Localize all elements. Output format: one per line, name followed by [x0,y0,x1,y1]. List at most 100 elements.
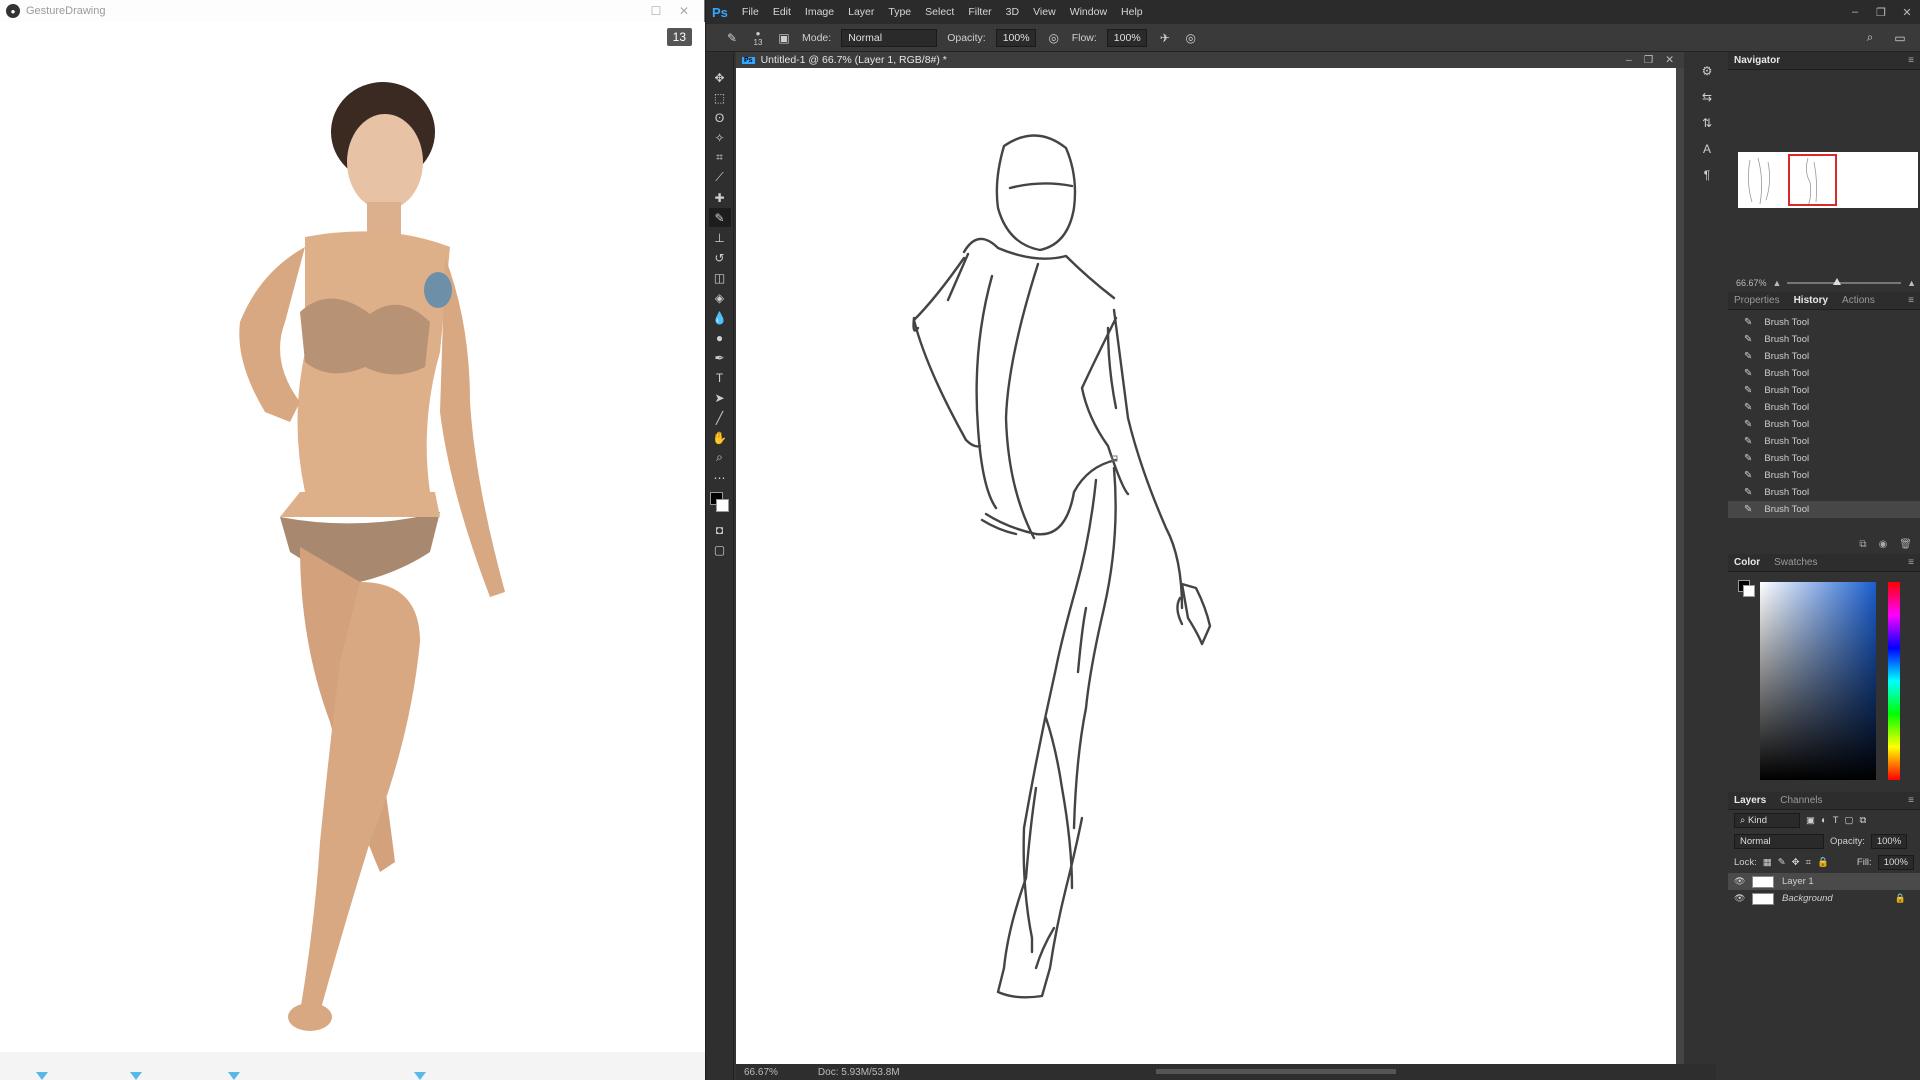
adjustments-icon[interactable]: ⇆ [1702,90,1712,104]
flow-field[interactable]: 100% [1106,28,1147,47]
marquee-tool-icon[interactable]: ⬚ [709,88,731,107]
menu-view[interactable]: View [1033,6,1056,18]
doc-minimize-icon[interactable]: – [1626,54,1632,66]
tab-navigator[interactable]: Navigator [1734,55,1780,66]
magic-wand-tool-icon[interactable]: ✧ [709,128,731,147]
tab-history[interactable]: History [1794,295,1828,306]
pressure-opacity-icon[interactable]: ◎ [1046,30,1062,46]
navigator-zoom-slider[interactable] [1787,278,1902,285]
tab-swatches[interactable]: Swatches [1774,557,1817,568]
snapshot-icon[interactable]: ◉ [1879,539,1888,550]
history-item-current[interactable]: ✎ Brush Tool [1728,501,1920,518]
layer-opacity-field[interactable]: 100% [1870,834,1908,849]
move-tool-icon[interactable]: ✥ [709,68,731,87]
color-picker-field[interactable] [1760,582,1876,780]
tab-color[interactable]: Color [1734,557,1760,568]
search-icon[interactable]: ⌕ [1862,30,1878,46]
menu-window[interactable]: Window [1070,6,1107,18]
dodge-tool-icon[interactable]: ● [709,328,731,347]
status-zoom[interactable]: 66.67% [744,1067,778,1078]
menu-3d[interactable]: 3D [1006,6,1019,18]
mode-select[interactable]: Normal [841,28,938,47]
visibility-eye-icon[interactable]: 👁 [1734,876,1745,887]
lock-position-icon[interactable]: ✥ [1792,857,1800,868]
brush-tool-icon[interactable]: ✎ [708,208,731,227]
panel-menu-icon[interactable]: ≡ [1908,295,1914,306]
history-item[interactable]: ✎ Brush Tool [1728,399,1920,416]
doc-restore-icon[interactable]: ❐ [1644,54,1653,66]
navigator-zoom-value[interactable]: 66.67% [1736,278,1767,288]
visibility-eye-icon[interactable]: 👁 [1734,893,1745,904]
tab-layers[interactable]: Layers [1734,795,1766,806]
brush-panel-toggle-icon[interactable]: ▣ [776,30,792,46]
menu-image[interactable]: Image [805,6,834,18]
brush-preset-icon[interactable]: ✎ [724,30,740,46]
panel-menu-icon[interactable]: ≡ [1908,55,1914,66]
pressure-size-icon[interactable]: ◎ [1183,30,1199,46]
hand-tool-icon[interactable]: ✋ [709,428,731,447]
close-icon[interactable]: ✕ [670,4,698,18]
clone-stamp-tool-icon[interactable]: ⊥ [709,228,731,247]
restore-icon[interactable]: ❐ [1868,6,1894,19]
history-item[interactable]: ✎ Brush Tool [1728,331,1920,348]
new-document-from-state-icon[interactable]: ⧉ [1859,539,1866,550]
filter-pixel-icon[interactable]: ▣ [1806,815,1815,826]
blur-tool-icon[interactable]: 💧 [709,308,731,327]
history-item[interactable]: ✎ Brush Tool [1728,484,1920,501]
eyedropper-tool-icon[interactable]: ⟋ [709,168,731,187]
menu-help[interactable]: Help [1121,6,1143,18]
horizontal-scrollbar[interactable] [1156,1069,1396,1074]
history-brush-tool-icon[interactable]: ↺ [709,248,731,267]
color-panel-background[interactable] [1743,585,1755,597]
document-tab[interactable]: Ps Untitled-1 @ 66.7% (Layer 1, RGB/8#) … [736,52,1684,68]
status-doc-size[interactable]: Doc: 5.93M/53.8M [818,1067,900,1078]
layer-row-background[interactable]: 👁 Background 🔒 [1728,890,1920,907]
menu-type[interactable]: Type [888,6,911,18]
background-color-swatch[interactable] [715,499,729,512]
close-icon[interactable]: ✕ [1894,6,1920,19]
zoom-out-icon[interactable]: ▲ [1773,278,1782,288]
menu-edit[interactable]: Edit [773,6,791,18]
history-item[interactable]: ✎ Brush Tool [1728,314,1920,331]
layer-filter-select[interactable]: ⌕ Kind [1734,813,1800,828]
filter-adjustment-icon[interactable]: ◐ [1821,815,1827,826]
more-tools-icon[interactable]: ⋯ [709,468,731,487]
airbrush-icon[interactable]: ✈ [1157,30,1173,46]
panel-menu-icon[interactable]: ≡ [1908,557,1914,568]
history-item[interactable]: ✎ Brush Tool [1728,382,1920,399]
timeline-marker[interactable] [36,1072,48,1080]
delete-state-icon[interactable]: 🗑 [1899,539,1912,550]
character-icon[interactable]: A [1703,142,1711,156]
line-tool-icon[interactable]: ╱ [709,408,731,427]
tab-properties[interactable]: Properties [1734,295,1780,306]
paint-bucket-tool-icon[interactable]: ◈ [709,288,731,307]
menu-select[interactable]: Select [925,6,954,18]
filter-smart-object-icon[interactable]: ⧉ [1860,815,1867,826]
brush-size-picker[interactable]: ● 13 [750,29,766,47]
drawing-canvas[interactable] [736,68,1684,1064]
lock-artboard-icon[interactable]: ⌗ [1806,857,1811,868]
opacity-field[interactable]: 100% [995,28,1036,47]
lock-image-icon[interactable]: ✎ [1778,857,1786,868]
lasso-tool-icon[interactable]: ʘ [709,108,731,127]
history-item[interactable]: ✎ Brush Tool [1728,365,1920,382]
color-swatches[interactable] [709,492,730,514]
history-item[interactable]: ✎ Brush Tool [1728,433,1920,450]
paragraph-icon[interactable]: ¶ [1704,168,1710,182]
canvas-vertical-scrollbar[interactable] [1676,68,1684,1064]
healing-brush-tool-icon[interactable]: ✚ [709,188,731,207]
pen-tool-icon[interactable]: ✒ [709,348,731,367]
maximize-icon[interactable]: ☐ [642,4,670,18]
timeline-marker[interactable] [228,1072,240,1080]
lock-all-icon[interactable]: 🔒 [1817,857,1829,868]
screen-mode-icon[interactable]: ▢ [709,540,731,559]
panel-menu-icon[interactable]: ≡ [1908,795,1914,806]
libraries-icon[interactable]: ⚙ [1702,64,1713,78]
zoom-in-icon[interactable]: ▲ [1907,278,1916,288]
layer-fill-field[interactable]: 100% [1877,855,1914,870]
quick-mask-icon[interactable]: ◘ [709,520,731,539]
tab-channels[interactable]: Channels [1780,795,1822,806]
menu-file[interactable]: File [742,6,759,18]
blend-mode-select[interactable]: Normal [1734,834,1824,849]
navigator-thumbnail[interactable] [1738,152,1918,208]
